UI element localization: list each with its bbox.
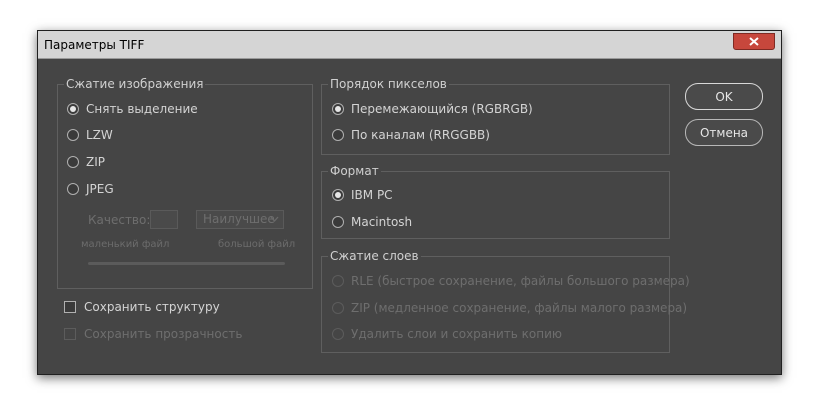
- layer-compression-rle-option[interactable]: RLE (быстрое сохранение, файлы большого …: [332, 274, 690, 288]
- pixel-order-per-channel-label: По каналам (RRGGBB): [351, 128, 490, 142]
- layer-compression-discard-label: Удалить слои и сохранить копию: [351, 327, 563, 341]
- byte-order-ibm-option[interactable]: IBM PC: [332, 188, 393, 202]
- compression-lzw-label: LZW: [86, 128, 113, 142]
- pixel-order-interleaved-option[interactable]: Перемежающийся (RGBRGB): [332, 102, 533, 116]
- pixel-order-interleaved-radio[interactable]: [332, 103, 344, 115]
- quality-select[interactable]: Наилучшее: [196, 210, 284, 229]
- quality-slider[interactable]: [88, 262, 285, 265]
- quality-label: Качество:: [88, 213, 151, 227]
- layer-compression-zip-label: ZIP (медленное сохранение, файлы малого …: [351, 301, 688, 315]
- dialog-title: Параметры TIFF: [44, 38, 145, 52]
- pixel-order-per-channel-radio[interactable]: [332, 129, 344, 141]
- tiff-options-dialog: Параметры TIFF Сжатие изображения Снять …: [37, 30, 782, 375]
- byte-order-mac-label: Macintosh: [351, 215, 413, 229]
- byte-order-legend: Формат: [330, 164, 379, 178]
- layer-compression-discard-option[interactable]: Удалить слои и сохранить копию: [332, 327, 562, 341]
- quality-select-value: Наилучшее: [203, 212, 275, 226]
- compression-lzw-radio[interactable]: [67, 129, 79, 141]
- layer-compression-rle-label: RLE (быстрое сохранение, файлы большого …: [351, 274, 690, 288]
- byte-order-mac-radio[interactable]: [332, 216, 344, 228]
- close-icon: [749, 37, 759, 46]
- compression-zip-label: ZIP: [86, 155, 105, 169]
- byte-order-ibm-radio[interactable]: [332, 189, 344, 201]
- title-bar[interactable]: Параметры TIFF: [38, 31, 781, 59]
- ok-button[interactable]: OK: [685, 83, 763, 110]
- save-transparency-checkbox[interactable]: [64, 328, 76, 340]
- save-transparency-label: Сохранить прозрачность: [84, 327, 243, 341]
- compression-none-option[interactable]: Снять выделение: [67, 102, 198, 116]
- layer-compression-rle-radio[interactable]: [332, 275, 344, 287]
- large-file-label: большой файл: [218, 239, 296, 250]
- layer-compression-zip-option[interactable]: ZIP (медленное сохранение, файлы малого …: [332, 301, 687, 315]
- compression-jpeg-radio[interactable]: [67, 183, 79, 195]
- save-structure-label: Сохранить структуру: [84, 300, 220, 314]
- layer-compression-legend: Сжатие слоев: [330, 249, 419, 263]
- layer-compression-discard-radio[interactable]: [332, 328, 344, 340]
- small-file-label: маленький файл: [81, 239, 170, 250]
- quality-input[interactable]: [150, 210, 178, 229]
- save-structure-checkbox[interactable]: [64, 301, 76, 313]
- save-structure-option[interactable]: Сохранить структуру: [64, 300, 220, 314]
- compression-none-label: Снять выделение: [86, 102, 198, 116]
- compression-zip-radio[interactable]: [67, 156, 79, 168]
- image-compression-legend: Сжатие изображения: [66, 77, 204, 91]
- compression-jpeg-label: JPEG: [86, 182, 114, 196]
- compression-none-radio[interactable]: [67, 103, 79, 115]
- byte-order-ibm-label: IBM PC: [351, 188, 393, 202]
- compression-zip-option[interactable]: ZIP: [67, 155, 105, 169]
- byte-order-mac-option[interactable]: Macintosh: [332, 215, 412, 229]
- save-transparency-option[interactable]: Сохранить прозрачность: [64, 327, 242, 341]
- pixel-order-per-channel-option[interactable]: По каналам (RRGGBB): [332, 128, 490, 142]
- close-button[interactable]: [733, 33, 775, 50]
- layer-compression-zip-radio[interactable]: [332, 302, 344, 314]
- pixel-order-legend: Порядок пикселов: [330, 77, 447, 91]
- pixel-order-interleaved-label: Перемежающийся (RGBRGB): [351, 102, 533, 116]
- pixel-order-group: Порядок пикселов: [321, 77, 670, 155]
- compression-jpeg-option[interactable]: JPEG: [67, 182, 114, 196]
- cancel-button[interactable]: Отмена: [685, 119, 763, 146]
- compression-lzw-option[interactable]: LZW: [67, 128, 113, 142]
- chevron-down-icon: [270, 216, 279, 222]
